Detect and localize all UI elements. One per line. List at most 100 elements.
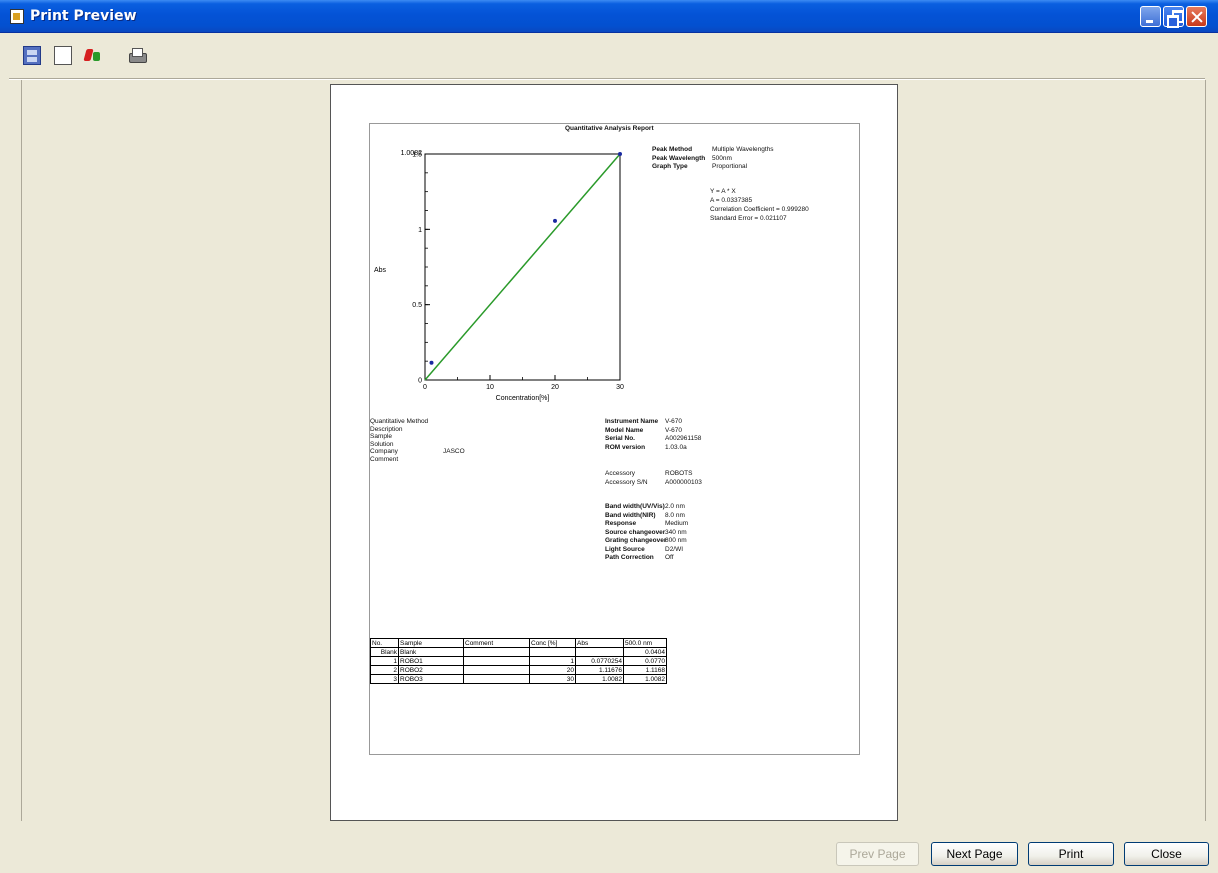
table-cell [463, 647, 530, 657]
info-label: Response [605, 520, 637, 527]
table-cell [575, 647, 624, 657]
x-tick-label: 30 [616, 384, 624, 391]
table-cell: 1.0082 [623, 674, 667, 684]
info-value: ROBOTS [665, 470, 693, 477]
title-bar: Print Preview [0, 0, 1218, 33]
info-value: A002961158 [665, 435, 702, 442]
info-value: 8.0 nm [665, 511, 685, 519]
table-header-cell: Comment [463, 638, 530, 648]
calibration-chart: 0 10 20 3000.511.51.0082AbsConcentration[%] [374, 150, 624, 402]
one-page-icon[interactable] [54, 46, 72, 65]
table-cell: 20 [529, 665, 576, 675]
table-cell: 0.0404 [623, 647, 667, 657]
info-label: Peak Wavelength [652, 154, 706, 162]
info-label: Model Name [605, 426, 644, 434]
info-label: Graph Type [652, 163, 688, 170]
next-page-button[interactable]: Next Page [931, 842, 1018, 866]
app-icon [10, 9, 24, 24]
data-point [553, 218, 557, 223]
info-value: 2.0 nm [665, 503, 685, 510]
table-cell: 1 [370, 656, 399, 666]
info-value: A000000103 [665, 478, 702, 486]
table-cell [463, 674, 530, 684]
preview-page: Quantitative Analysis Report 0 10 20 30 0 0.5… [330, 84, 898, 821]
formula-equation: Y = A * X [710, 188, 736, 195]
info-label: Serial No. [605, 435, 635, 442]
table-cell [529, 647, 576, 657]
formula-correlation: Correlation Coefficient = 0.999280 [710, 206, 809, 213]
table-cell: Blank [370, 647, 399, 657]
table-cell: 1.0082 [575, 674, 624, 684]
info-value: D2/WI [665, 545, 684, 553]
two-page-icon[interactable] [23, 46, 41, 65]
info-value: 340 nm [665, 528, 687, 536]
close-window-button[interactable] [1186, 6, 1207, 27]
y-tick-label: 1 [418, 227, 422, 234]
minimize-button[interactable] [1140, 6, 1161, 27]
restore-button[interactable] [1163, 6, 1184, 28]
table-cell: ROBO3 [398, 674, 464, 684]
info-value: Medium [665, 520, 689, 527]
report-title: Quantitative Analysis Report [565, 125, 654, 132]
info-label: Accessory S/N [605, 478, 648, 486]
printer-icon[interactable] [128, 46, 147, 65]
info-label: Path Correction [605, 554, 654, 561]
table-header-cell: No. [370, 638, 399, 648]
table-header-cell: Conc [%] [529, 638, 576, 648]
table-cell: 3 [370, 674, 399, 684]
toolbar [0, 34, 1218, 80]
info-label: Comment [370, 456, 399, 463]
info-value: 1.03.0a [665, 443, 687, 451]
y-tick-label: 0 [418, 378, 422, 385]
table-cell: 0.0770 [623, 656, 667, 666]
info-value: Off [665, 554, 674, 561]
table-header-cell: 500.0 nm [623, 638, 667, 648]
table-cell: ROBO1 [398, 656, 464, 666]
info-value: JASCO [443, 448, 465, 456]
table-cell: 1 [529, 656, 576, 666]
prev-page-button[interactable]: Prev Page [836, 842, 919, 866]
color-icon[interactable] [84, 46, 102, 65]
table-row: Blank Blank 0.0404 [370, 647, 667, 657]
info-label: Light Source [605, 545, 645, 553]
info-label: Accessory [605, 470, 635, 477]
x-axis-label: Concentration[%] [496, 395, 550, 402]
data-point [618, 152, 622, 156]
table-header-cell: Abs [575, 638, 624, 648]
info-label: Band width(UV/Vis) [605, 503, 665, 510]
table-cell: 1.1168 [623, 665, 667, 675]
fit-line [424, 153, 621, 381]
formula-std-error: Standard Error = 0.021107 [710, 215, 787, 222]
info-label: Instrument Name [605, 418, 659, 425]
close-button[interactable]: Close [1124, 842, 1209, 866]
table-cell: 2 [370, 665, 399, 675]
formula-a: A = 0.0337385 [710, 197, 753, 204]
info-value: V-670 [665, 426, 682, 434]
info-label: Peak Method [652, 146, 693, 153]
x-tick-label: 20 [551, 384, 559, 391]
info-label: Grating changeover [605, 537, 667, 544]
info-value: Multiple Wavelengths [712, 146, 774, 153]
y-tick-label: 0.5 [412, 302, 422, 309]
y-axis-label: Abs [374, 267, 387, 274]
table-cell: ROBO2 [398, 665, 464, 675]
window-title: Print Preview [30, 8, 137, 24]
info-label: Band width(NIR) [605, 511, 656, 519]
y-max-label: 1.0082 [401, 150, 423, 157]
table-row: 2 ROBO2 20 1.11676 1.1168 [370, 665, 667, 675]
info-value: 500nm [712, 154, 732, 162]
table-row: 1 ROBO1 1 0.0770254 0.0770 [370, 656, 667, 666]
info-value: Proportional [712, 163, 748, 170]
data-point [429, 360, 434, 365]
results-table: No. Sample Comment Conc [%] Abs 500.0 nm Blan… [370, 638, 667, 684]
info-label: ROM version [605, 443, 646, 451]
x-tick-label: 10 [486, 384, 494, 391]
x-tick-label: 0 [423, 384, 427, 391]
print-button[interactable]: Print [1028, 842, 1114, 866]
table-cell: 1.11676 [575, 665, 624, 675]
table-row: 3 ROBO3 30 1.0082 1.0082 [370, 674, 667, 684]
report-frame: Quantitative Analysis Report 0 10 20 30 0 0.5… [369, 123, 860, 755]
table-cell [463, 656, 530, 666]
table-cell [463, 665, 530, 675]
table-header-cell: Sample [398, 638, 464, 648]
